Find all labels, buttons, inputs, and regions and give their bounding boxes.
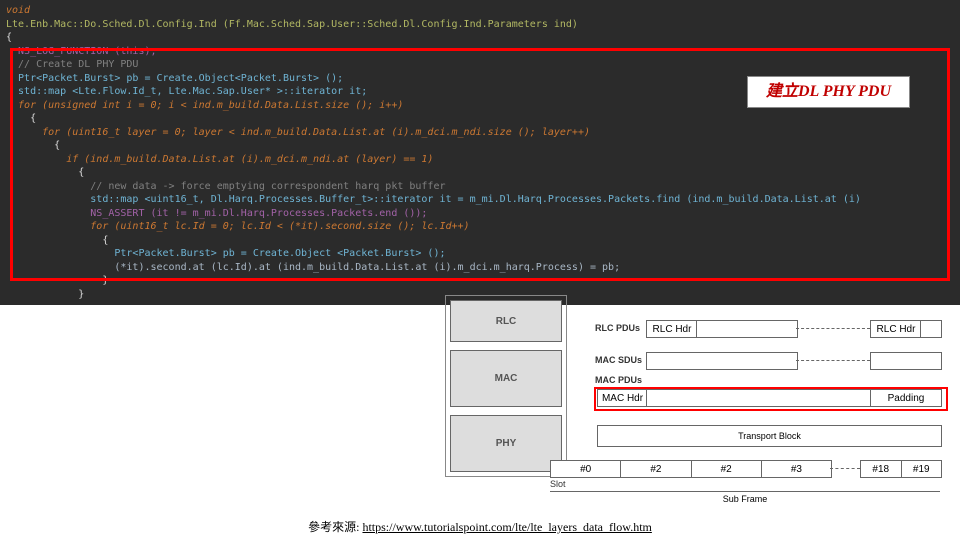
- footer-prefix: 參考來源:: [308, 520, 362, 534]
- layer-rlc: RLC: [450, 300, 562, 342]
- slot-row-end: #18 #19: [860, 460, 942, 478]
- annotation-callout: 建立DL PHY PDU: [747, 76, 910, 108]
- box-machdr: MAC Hdr: [597, 389, 648, 407]
- code-text: for (uint16_t lc.Id = 0; lc.Id < (*it).s…: [6, 221, 470, 232]
- slot-1: #2: [621, 461, 691, 477]
- box-transport-block: Transport Block: [597, 425, 942, 447]
- code-text: Ptr<Packet.Burst> pb = Create.Object <Pa…: [6, 248, 446, 259]
- slot-0: #0: [551, 461, 621, 477]
- label-slot: Slot: [550, 479, 566, 489]
- annotation-en: DL PHY PDU: [798, 83, 891, 100]
- dash-2: [796, 360, 870, 361]
- code-text: if (ind.m_build.Data.List.at (i).m_dci.m…: [6, 154, 433, 165]
- footer-link[interactable]: https://www.tutorialspoint.com/lte/lte_l…: [362, 520, 651, 534]
- code-text: {: [6, 31, 954, 45]
- code-text: // new data -> force emptying correspond…: [6, 181, 446, 192]
- code-text: {: [6, 139, 954, 153]
- slot-18: #18: [861, 461, 902, 477]
- protocol-diagram: RLC MAC PHY RLC PDUs RLC Hdr RLC Hdr MAC…: [420, 295, 940, 510]
- box-mac-payload: [646, 389, 872, 407]
- slot-19: #19: [902, 461, 942, 477]
- footer-citation: 參考來源: https://www.tutorialspoint.com/lte…: [0, 518, 960, 535]
- code-text: std::map <Lte.Flow.Id_t, Lte.Mac.Sap.Use…: [6, 86, 367, 97]
- code-text: for (uint16_t layer = 0; layer < ind.m_b…: [6, 127, 590, 138]
- code-text: Ptr<Packet.Burst> pb = Create.Object<Pac…: [6, 73, 343, 84]
- label-rlcpdus: RLC PDUs: [595, 323, 640, 333]
- code-text: NS_LOG_FUNCTION (this);: [6, 46, 157, 57]
- layer-mac: MAC: [450, 350, 562, 407]
- code-text: std::map <uint16_t, Dl.Harq.Processes.Bu…: [6, 194, 861, 205]
- box-macsdu-1: [646, 352, 798, 370]
- code-text: {: [6, 234, 954, 248]
- code-text: {: [6, 112, 954, 126]
- box-rlchdr-2: RLC Hdr: [870, 320, 922, 338]
- label-subframe: Sub Frame: [550, 491, 940, 504]
- code-text: void: [6, 5, 30, 16]
- code-text: (*it).second.at (lc.Id).at (ind.m_build.…: [6, 261, 954, 275]
- box-rlc-payload-2: [920, 320, 942, 338]
- code-text: // Create DL PHY PDU: [6, 59, 138, 70]
- code-text: NS_ASSERT (it != m_mi.Dl.Harq.Processes.…: [6, 208, 427, 219]
- dash-1: [796, 328, 870, 329]
- layer-phy: PHY: [450, 415, 562, 472]
- code-text: for (unsigned int i = 0; i < ind.m_build…: [6, 100, 403, 111]
- code-text: }: [6, 274, 954, 288]
- code-text: Lte.Enb.Mac::Do.Sched.Dl.Config.Ind (Ff.…: [6, 19, 578, 30]
- box-rlc-payload-1: [696, 320, 798, 338]
- box-padding: Padding: [870, 389, 942, 407]
- annotation-zh: 建立: [766, 83, 798, 100]
- label-macpdus: MAC PDUs: [595, 375, 642, 385]
- slot-2: #2: [692, 461, 762, 477]
- label-macsdus: MAC SDUs: [595, 355, 642, 365]
- slot-3: #3: [762, 461, 831, 477]
- box-rlchdr-1: RLC Hdr: [646, 320, 698, 338]
- code-text: {: [6, 166, 954, 180]
- slot-ellipsis: [830, 468, 860, 469]
- code-editor: void Lte.Enb.Mac::Do.Sched.Dl.Config.Ind…: [0, 0, 960, 305]
- box-macsdu-2: [870, 352, 942, 370]
- slot-row: #0 #2 #2 #3: [550, 460, 832, 478]
